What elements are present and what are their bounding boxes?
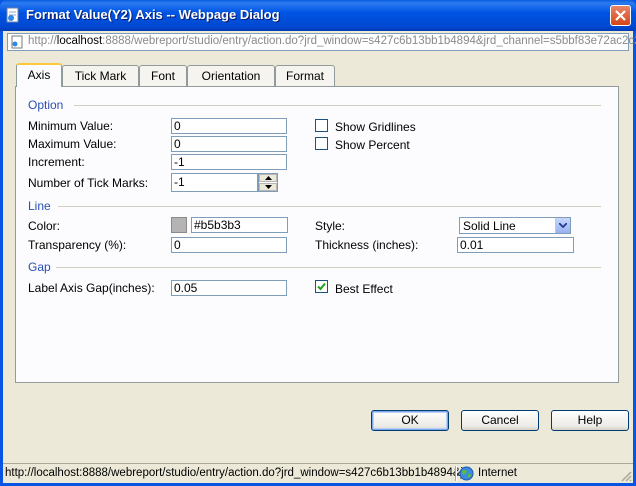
tick-marks-stepper[interactable] [258, 173, 278, 192]
section-line-title: Line [28, 199, 51, 213]
style-select[interactable]: Solid Line [459, 217, 571, 234]
section-gap-title: Gap [28, 260, 51, 274]
tab-axis[interactable]: Axis [16, 63, 62, 87]
axis-panel: Option Minimum Value: 0 Maximum Value: 0… [15, 86, 619, 383]
color-label: Color: [28, 219, 61, 233]
dialog-window: Format Value(Y2) Axis -- Webpage Dialog … [0, 0, 636, 486]
show-gridlines-label: Show Gridlines [335, 120, 416, 134]
stepper-down-arrow-icon[interactable] [259, 183, 277, 191]
color-swatch[interactable] [171, 217, 187, 233]
checkmark-icon [317, 282, 326, 291]
help-button[interactable]: Help [551, 410, 629, 431]
cancel-button[interactable]: Cancel [461, 410, 539, 431]
best-effect-checkbox[interactable] [315, 280, 328, 293]
min-value-input[interactable]: 0 [171, 118, 287, 134]
ok-button[interactable]: OK [371, 410, 449, 431]
dialog-client: http://localhost:8888/webreport/studio/e… [3, 31, 636, 483]
max-value-input[interactable]: 0 [171, 136, 287, 152]
close-icon [615, 10, 626, 21]
increment-input[interactable]: -1 [171, 154, 287, 170]
label-axis-gap-input[interactable]: 0.05 [171, 280, 287, 296]
status-divider [455, 466, 457, 481]
status-url: http://localhost:8888/webreport/studio/e… [5, 467, 467, 479]
show-percent-checkbox[interactable] [315, 137, 328, 150]
label-axis-gap-label: Label Axis Gap(inches): [28, 281, 155, 295]
stepper-up-arrow-icon[interactable] [259, 174, 277, 182]
transparency-input[interactable]: 0 [171, 237, 287, 253]
style-label: Style: [315, 219, 346, 233]
increment-label: Increment: [28, 155, 85, 169]
ie-page-icon [6, 7, 19, 23]
tab-font[interactable]: Font [139, 65, 187, 86]
thickness-input[interactable]: 0.01 [457, 237, 574, 253]
page-icon [11, 35, 23, 49]
option-divider [74, 105, 601, 106]
tab-orientation[interactable]: Orientation [187, 65, 275, 86]
tab-format[interactable]: Format [275, 65, 335, 86]
resize-grip-icon[interactable] [620, 470, 632, 482]
show-gridlines-checkbox[interactable] [315, 119, 328, 132]
address-url: http://localhost:8888/webreport/studio/e… [28, 35, 636, 47]
tab-tick-mark[interactable]: Tick Mark [62, 65, 139, 86]
thickness-label: Thickness (inches): [315, 238, 419, 252]
window-title: Format Value(Y2) Axis -- Webpage Dialog [26, 7, 280, 22]
show-percent-label: Show Percent [335, 138, 410, 152]
style-select-value: Solid Line [463, 219, 516, 233]
best-effect-label: Best Effect [335, 282, 393, 296]
close-button[interactable] [610, 5, 631, 26]
tick-marks-label: Number of Tick Marks: [28, 176, 149, 190]
status-bar: http://localhost:8888/webreport/studio/e… [3, 463, 633, 483]
min-value-label: Minimum Value: [28, 119, 114, 133]
section-option-title: Option [28, 98, 64, 112]
security-zone-label: Internet [478, 467, 517, 479]
line-divider [58, 206, 601, 207]
max-value-label: Maximum Value: [28, 137, 117, 151]
tick-marks-input[interactable]: -1 [171, 173, 258, 192]
chevron-down-icon[interactable] [555, 218, 570, 233]
color-input[interactable]: #b5b3b3 [191, 217, 288, 233]
address-bar: http://localhost:8888/webreport/studio/e… [7, 33, 636, 51]
gap-divider [56, 267, 601, 268]
transparency-label: Transparency (%): [28, 238, 127, 252]
title-bar[interactable]: Format Value(Y2) Axis -- Webpage Dialog [0, 0, 636, 31]
globe-icon [459, 466, 474, 481]
